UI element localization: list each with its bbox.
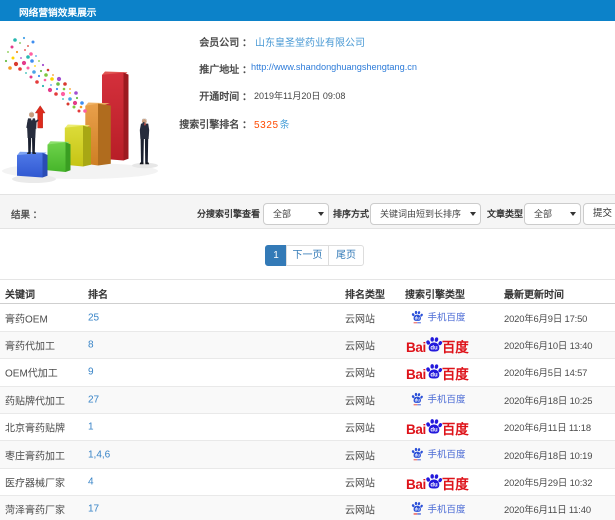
svg-text:du: du — [415, 452, 421, 457]
svg-text:du: du — [430, 428, 438, 434]
svg-text:du: du — [430, 482, 438, 488]
svg-text:du: du — [430, 345, 438, 351]
svg-text:du: du — [415, 397, 421, 402]
svg-text:du: du — [415, 315, 421, 320]
svg-text:du: du — [415, 507, 421, 512]
svg-text:du: du — [430, 373, 438, 379]
